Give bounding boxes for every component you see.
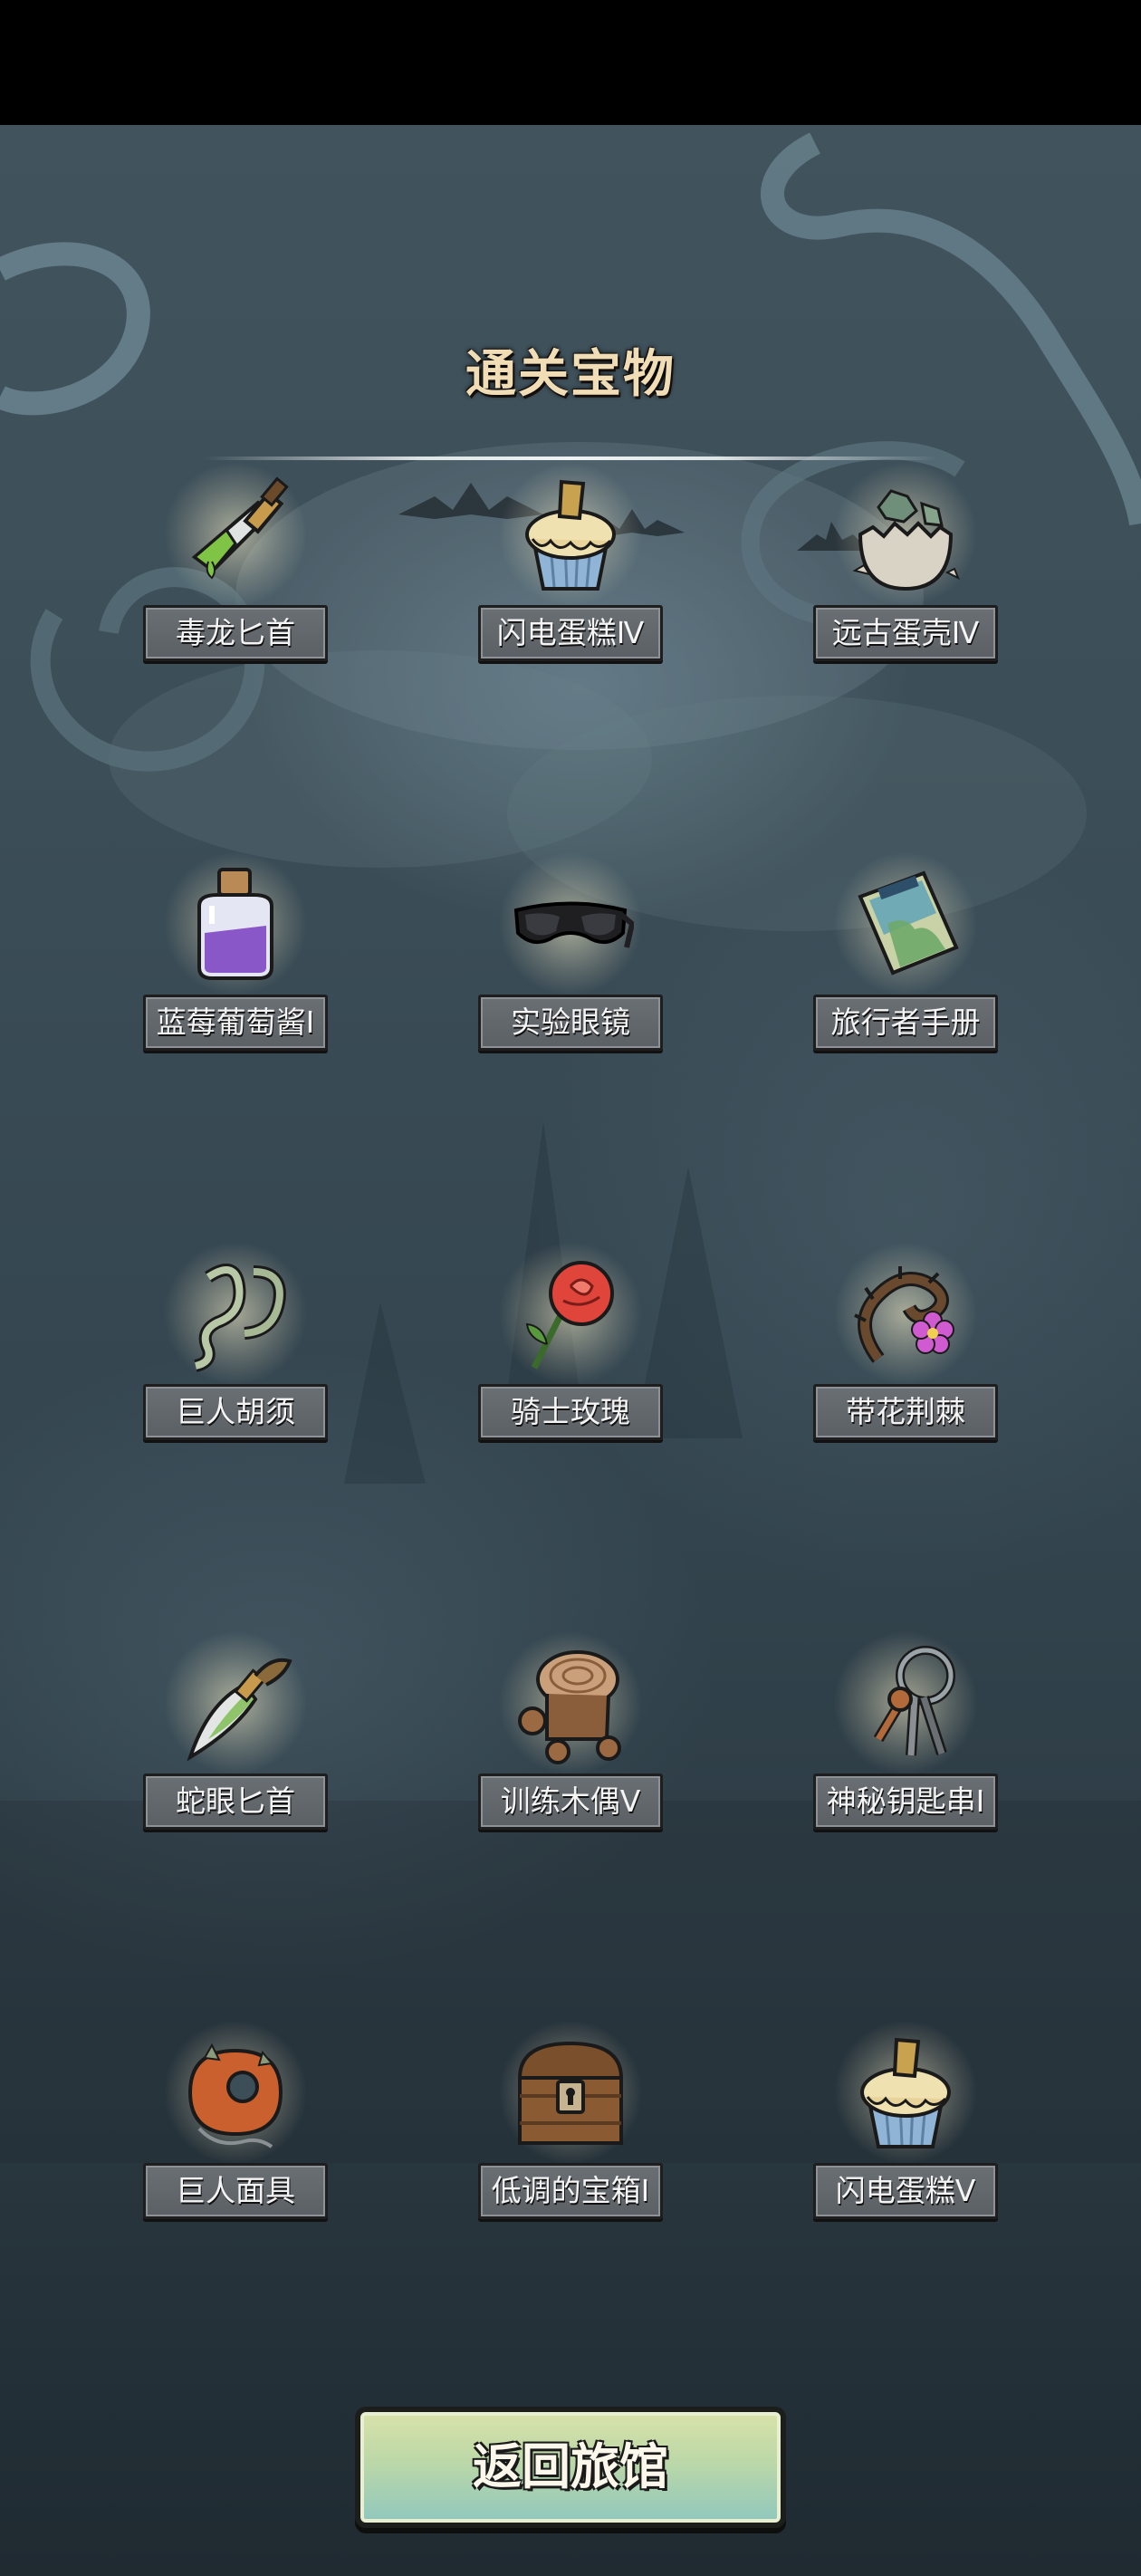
treasure-label: 远古蛋壳Ⅳ	[813, 605, 998, 661]
key-ring-icon	[873, 1646, 955, 1756]
treasure-label: 蓝莓葡萄酱Ⅰ	[143, 995, 328, 1051]
treasure-label: 闪电蛋糕Ⅳ	[478, 605, 663, 661]
treasure-label: 旅行者手册	[813, 995, 998, 1051]
treasure-item[interactable]: 旅行者手册	[788, 851, 1023, 1078]
treasure-label: 毒龙匕首	[143, 605, 328, 661]
treasure-label: 闪电蛋糕Ⅴ	[813, 2163, 998, 2219]
jam-jar-icon	[197, 868, 273, 980]
treasure-chest-icon	[517, 2041, 624, 2145]
treasure-item[interactable]: 蛇眼匕首	[118, 1630, 353, 1857]
treasure-item[interactable]: 实验眼镜	[453, 851, 688, 1078]
treasure-label: 巨人胡须	[143, 1384, 328, 1440]
treasure-label: 带花荆棘	[813, 1384, 998, 1440]
eggshell-icon	[852, 489, 960, 591]
treasure-item[interactable]: 闪电蛋糕Ⅳ	[453, 462, 688, 688]
treasure-item[interactable]: 神秘钥匙串Ⅰ	[788, 1630, 1023, 1857]
treasure-item[interactable]: 低调的宝箱Ⅰ	[453, 2020, 688, 2246]
page-title: 通关宝物	[465, 345, 676, 404]
treasure-label: 低调的宝箱Ⅰ	[478, 2163, 663, 2219]
back-to-inn-button[interactable]: 返回旅馆	[355, 2407, 786, 2528]
title-divider	[204, 457, 937, 460]
map-book-icon	[858, 870, 959, 976]
goggles-icon	[513, 901, 634, 948]
poison-dagger-icon	[191, 476, 289, 580]
treasure-item[interactable]: 闪电蛋糕Ⅴ	[788, 2020, 1023, 2246]
cupcake-icon	[860, 2037, 951, 2148]
beard-icon	[194, 1264, 286, 1372]
treasure-label: 蛇眼匕首	[143, 1773, 328, 1830]
rose-icon	[525, 1261, 614, 1370]
treasure-label: 实验眼镜	[478, 995, 663, 1051]
treasure-label: 神秘钥匙串Ⅰ	[813, 1773, 998, 1830]
treasure-label: 骑士玫瑰	[478, 1384, 663, 1440]
mask-icon	[187, 2043, 283, 2148]
back-button-label: 返回旅馆	[473, 2438, 668, 2495]
treasure-item[interactable]: 远古蛋壳Ⅳ	[788, 462, 1023, 688]
thorn-flower-icon	[854, 1266, 954, 1363]
treasure-label: 巨人面具	[143, 2163, 328, 2219]
treasure-item[interactable]: 骑士玫瑰	[453, 1241, 688, 1467]
treasure-item[interactable]: 蓝莓葡萄酱Ⅰ	[118, 851, 353, 1078]
top-black-bar	[0, 0, 1141, 125]
treasure-scene: 通关宝物 毒龙匕首 闪电蛋糕Ⅳ 远古蛋壳Ⅳ 蓝莓葡萄酱Ⅰ 实验眼镜 旅行者手册 …	[0, 125, 1141, 2576]
curved-dagger-icon	[187, 1658, 292, 1762]
treasure-item[interactable]: 巨人面具	[118, 2020, 353, 2246]
treasure-item[interactable]: 训练木偶Ⅴ	[453, 1630, 688, 1857]
wooden-dummy-icon	[518, 1650, 621, 1764]
treasure-label: 训练木偶Ⅴ	[478, 1773, 663, 1830]
treasure-item[interactable]: 带花荆棘	[788, 1241, 1023, 1467]
treasure-item[interactable]: 毒龙匕首	[118, 462, 353, 688]
cupcake-icon	[525, 479, 616, 591]
treasure-item[interactable]: 巨人胡须	[118, 1241, 353, 1467]
